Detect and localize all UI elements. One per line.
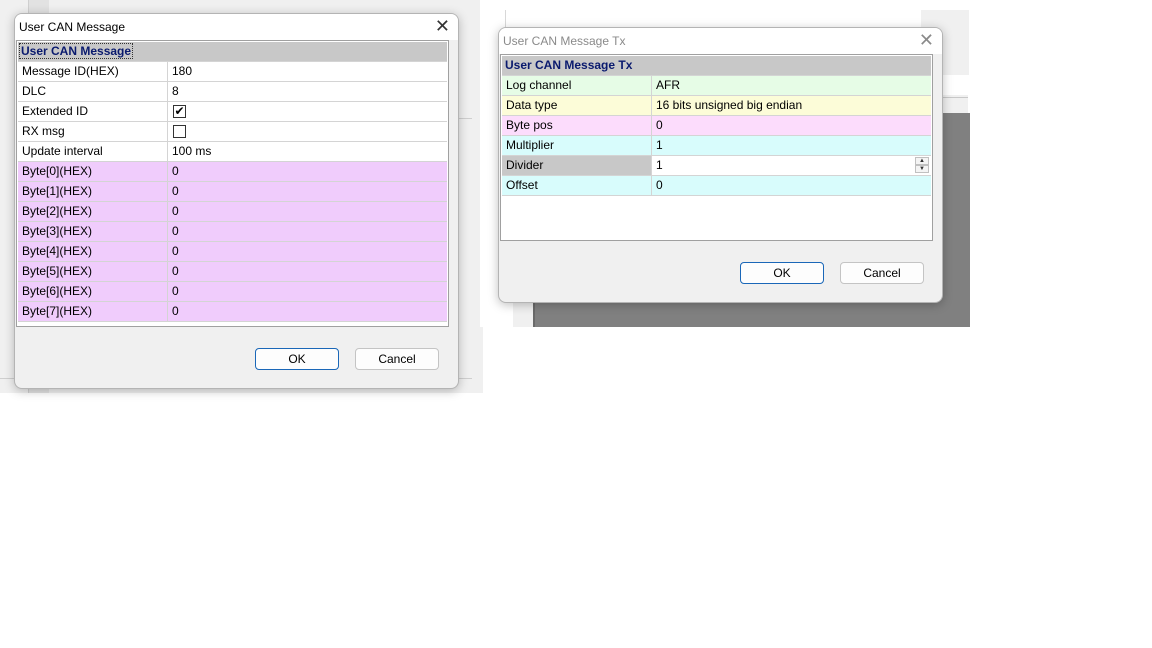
checkbox[interactable] [173, 125, 186, 138]
property-value[interactable]: 0 [168, 182, 447, 201]
property-label: RX msg [18, 122, 168, 141]
spin-buttons[interactable]: ▲ ▼ [915, 157, 929, 174]
close-icon[interactable]: ✕ [435, 16, 450, 36]
property-row[interactable]: RX msg [18, 122, 447, 142]
property-label: Message ID(HEX) [18, 62, 168, 81]
property-row[interactable]: Log channel AFR [502, 76, 931, 96]
property-label: DLC [18, 82, 168, 101]
property-row[interactable]: Divider 1 ▲ ▼ [502, 156, 931, 176]
checkmark-icon: ✔ [174, 104, 185, 118]
property-label: Extended ID [18, 102, 168, 121]
property-label: Byte[7](HEX) [18, 302, 168, 321]
property-label: Multiplier [502, 136, 652, 155]
spin-down-icon[interactable]: ▼ [915, 165, 929, 173]
property-row[interactable]: Extended ID ✔ [18, 102, 447, 122]
property-value[interactable]: 0 [168, 262, 447, 281]
property-row[interactable]: Byte[5](HEX) 0 [18, 262, 447, 282]
property-row[interactable]: Byte[4](HEX) 0 [18, 242, 447, 262]
cancel-button[interactable]: Cancel [840, 262, 924, 284]
property-value[interactable]: 1 [652, 136, 931, 155]
property-row[interactable]: Byte[2](HEX) 0 [18, 202, 447, 222]
property-label: Byte[4](HEX) [18, 242, 168, 261]
section-header: User CAN Message [18, 42, 447, 62]
ok-button[interactable]: OK [740, 262, 824, 284]
property-row[interactable]: Byte[3](HEX) 0 [18, 222, 447, 242]
property-label: Byte[3](HEX) [18, 222, 168, 241]
property-label: Byte[0](HEX) [18, 162, 168, 181]
property-label: Data type [502, 96, 652, 115]
dialog-title: User CAN Message Tx [503, 34, 626, 48]
property-row[interactable]: Byte[1](HEX) 0 [18, 182, 447, 202]
property-value[interactable]: 0 [652, 176, 931, 195]
close-icon[interactable]: ✕ [919, 30, 934, 50]
cancel-button[interactable]: Cancel [355, 348, 439, 370]
property-label: Byte[1](HEX) [18, 182, 168, 201]
property-row[interactable]: Update interval 100 ms [18, 142, 447, 162]
property-row[interactable]: Offset 0 [502, 176, 931, 196]
background-divider [458, 118, 472, 119]
dialog-titlebar: User CAN Message Tx ✕ [499, 28, 942, 54]
property-value[interactable]: 0 [168, 202, 447, 221]
property-row[interactable]: DLC 8 [18, 82, 447, 102]
property-row[interactable]: Byte[6](HEX) 0 [18, 282, 447, 302]
checkbox[interactable]: ✔ [173, 105, 186, 118]
dialog-title: User CAN Message [19, 20, 126, 34]
property-grid: User CAN Message Tx Log channel AFR Data t… [500, 54, 933, 241]
property-value[interactable]: 1 [652, 156, 931, 175]
property-label: Byte pos [502, 116, 652, 135]
property-value[interactable]: 0 [168, 242, 447, 261]
property-value[interactable]: 0 [168, 282, 447, 301]
dialog-titlebar: User CAN Message ✕ [15, 14, 458, 40]
user-can-message-dialog: User CAN Message ✕ User CAN Message Mess… [14, 13, 459, 389]
section-title: User CAN Message Tx [505, 58, 633, 72]
property-row[interactable]: Data type 16 bits unsigned big endian [502, 96, 931, 116]
property-row[interactable]: Byte[0](HEX) 0 [18, 162, 447, 182]
property-value[interactable]: 0 [652, 116, 931, 135]
property-row[interactable]: Message ID(HEX) 180 [18, 62, 447, 82]
property-label: Update interval [18, 142, 168, 161]
property-value[interactable]: 16 bits unsigned big endian [652, 96, 931, 115]
property-label: Log channel [502, 76, 652, 95]
section-title: User CAN Message [18, 43, 134, 59]
property-checkbox-cell[interactable]: ✔ [168, 102, 447, 121]
property-value[interactable]: 100 ms [168, 142, 447, 161]
property-row[interactable]: Multiplier 1 [502, 136, 931, 156]
property-label: Offset [502, 176, 652, 195]
property-grid: User CAN Message Message ID(HEX) 180 DLC 8 E… [16, 40, 449, 327]
property-value[interactable]: AFR [652, 76, 931, 95]
ok-button[interactable]: OK [255, 348, 339, 370]
property-label: Byte[5](HEX) [18, 262, 168, 281]
property-row[interactable]: Byte[7](HEX) 0 [18, 302, 447, 322]
property-value[interactable]: 8 [168, 82, 447, 101]
property-value[interactable]: 0 [168, 162, 447, 181]
property-value[interactable]: 180 [168, 62, 447, 81]
property-label: Byte[6](HEX) [18, 282, 168, 301]
property-value[interactable]: 0 [168, 222, 447, 241]
spin-up-icon[interactable]: ▲ [915, 157, 929, 165]
property-checkbox-cell[interactable] [168, 122, 447, 141]
property-label: Byte[2](HEX) [18, 202, 168, 221]
property-value[interactable]: 0 [168, 302, 447, 321]
property-row[interactable]: Byte pos 0 [502, 116, 931, 136]
section-header: User CAN Message Tx [502, 56, 931, 76]
property-label: Divider [502, 156, 652, 175]
user-can-message-tx-dialog: User CAN Message Tx ✕ User CAN Message T… [498, 27, 943, 303]
